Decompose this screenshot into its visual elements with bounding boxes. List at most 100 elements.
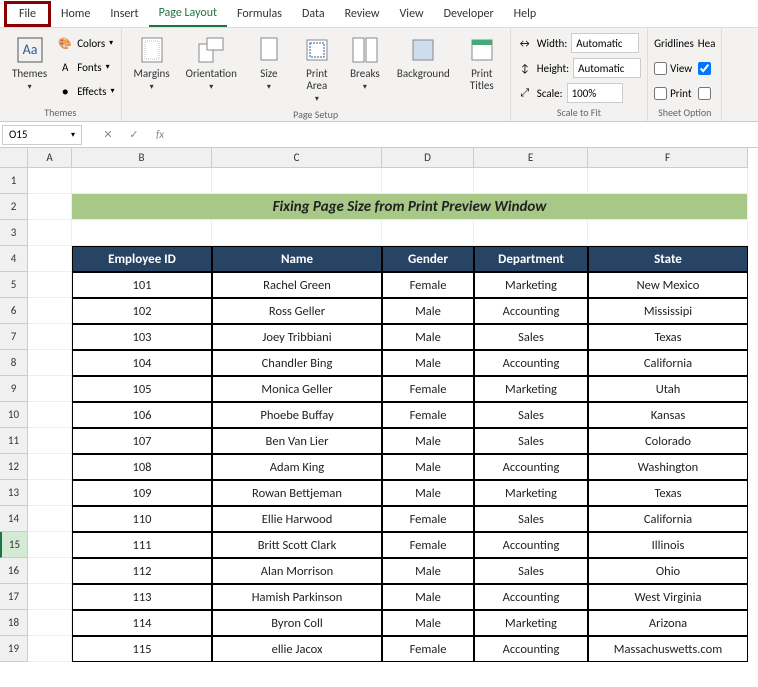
table-cell[interactable]: Accounting <box>474 532 588 558</box>
table-cell[interactable]: California <box>588 350 748 376</box>
table-cell[interactable]: Britt Scott Clark <box>212 532 382 558</box>
cell[interactable] <box>28 584 72 610</box>
cell[interactable] <box>28 558 72 584</box>
tab-insert[interactable]: Insert <box>100 2 148 26</box>
column-header[interactable]: E <box>474 148 588 168</box>
table-cell[interactable]: Illinois <box>588 532 748 558</box>
table-cell[interactable]: 111 <box>72 532 212 558</box>
row-header[interactable]: 17 <box>0 584 28 610</box>
breaks-button[interactable]: Breaks▾ <box>343 32 387 94</box>
table-cell[interactable]: Male <box>382 324 474 350</box>
table-cell[interactable]: Texas <box>588 324 748 350</box>
cell[interactable] <box>72 220 212 246</box>
cell[interactable] <box>382 168 474 194</box>
row-header[interactable]: 13 <box>0 480 28 506</box>
cell[interactable] <box>28 428 72 454</box>
table-cell[interactable]: Female <box>382 376 474 402</box>
table-cell[interactable]: 102 <box>72 298 212 324</box>
table-cell[interactable]: Male <box>382 480 474 506</box>
table-cell[interactable]: Hamish Parkinson <box>212 584 382 610</box>
title-cell[interactable]: Fixing Page Size from Print Preview Wind… <box>72 194 748 220</box>
table-cell[interactable]: Female <box>382 636 474 662</box>
table-cell[interactable]: Joey Tribbiani <box>212 324 382 350</box>
width-input[interactable] <box>571 33 639 53</box>
table-cell[interactable]: Male <box>382 610 474 636</box>
gridlines-view-checkbox[interactable]: View <box>654 62 692 75</box>
row-header[interactable]: 11 <box>0 428 28 454</box>
column-header[interactable]: B <box>72 148 212 168</box>
row-header[interactable]: 15 <box>0 532 28 558</box>
name-box[interactable]: O15▾ <box>2 125 82 145</box>
cell[interactable] <box>28 506 72 532</box>
table-header[interactable]: Name <box>212 246 382 272</box>
table-cell[interactable]: Washington <box>588 454 748 480</box>
row-header[interactable]: 18 <box>0 610 28 636</box>
table-header[interactable]: State <box>588 246 748 272</box>
tab-file[interactable]: File <box>4 1 51 27</box>
table-cell[interactable]: Accounting <box>474 636 588 662</box>
tab-formulas[interactable]: Formulas <box>227 2 292 26</box>
table-cell[interactable]: 107 <box>72 428 212 454</box>
table-cell[interactable]: Ben Van Lier <box>212 428 382 454</box>
table-header[interactable]: Employee ID <box>72 246 212 272</box>
table-cell[interactable]: Colorado <box>588 428 748 454</box>
row-header[interactable]: 4 <box>0 246 28 272</box>
table-header[interactable]: Department <box>474 246 588 272</box>
table-cell[interactable]: Accounting <box>474 350 588 376</box>
cell[interactable] <box>212 220 382 246</box>
table-cell[interactable]: ellie Jacox <box>212 636 382 662</box>
table-cell[interactable]: 104 <box>72 350 212 376</box>
table-cell[interactable]: Male <box>382 428 474 454</box>
height-input[interactable] <box>573 58 641 78</box>
scale-input[interactable] <box>567 83 623 103</box>
row-header[interactable]: 19 <box>0 636 28 662</box>
table-cell[interactable]: Alan Morrison <box>212 558 382 584</box>
row-header[interactable]: 6 <box>0 298 28 324</box>
print-titles-button[interactable]: Print Titles <box>460 32 504 94</box>
table-cell[interactable]: Male <box>382 350 474 376</box>
table-cell[interactable]: West Virginia <box>588 584 748 610</box>
table-cell[interactable]: Adam King <box>212 454 382 480</box>
table-cell[interactable]: Male <box>382 558 474 584</box>
cell[interactable] <box>28 532 72 558</box>
table-cell[interactable]: 110 <box>72 506 212 532</box>
table-header[interactable]: Gender <box>382 246 474 272</box>
table-cell[interactable]: Male <box>382 454 474 480</box>
row-header[interactable]: 9 <box>0 376 28 402</box>
table-cell[interactable]: 113 <box>72 584 212 610</box>
table-cell[interactable]: Marketing <box>474 272 588 298</box>
cell[interactable] <box>28 376 72 402</box>
gridlines-print-checkbox[interactable]: Print <box>654 87 691 100</box>
row-header[interactable]: 5 <box>0 272 28 298</box>
grid[interactable]: Fixing Page Size from Print Preview Wind… <box>28 168 758 662</box>
colors-button[interactable]: 🎨Colors▾ <box>57 32 114 54</box>
cell[interactable] <box>588 168 748 194</box>
table-cell[interactable]: 115 <box>72 636 212 662</box>
size-button[interactable]: Size▾ <box>247 32 291 94</box>
table-cell[interactable]: Texas <box>588 480 748 506</box>
table-cell[interactable]: 112 <box>72 558 212 584</box>
table-cell[interactable]: Utah <box>588 376 748 402</box>
tab-developer[interactable]: Developer <box>434 2 504 26</box>
column-header[interactable]: D <box>382 148 474 168</box>
headings-print-checkbox[interactable] <box>698 87 711 100</box>
row-header[interactable]: 2 <box>0 194 28 220</box>
table-cell[interactable]: 101 <box>72 272 212 298</box>
cell[interactable] <box>28 454 72 480</box>
table-cell[interactable]: 114 <box>72 610 212 636</box>
table-cell[interactable]: Male <box>382 584 474 610</box>
table-cell[interactable]: Chandler Bing <box>212 350 382 376</box>
table-cell[interactable]: Ross Geller <box>212 298 382 324</box>
table-cell[interactable]: Sales <box>474 402 588 428</box>
table-cell[interactable]: Kansas <box>588 402 748 428</box>
row-header[interactable]: 1 <box>0 168 28 194</box>
fx-button[interactable]: fx <box>148 125 172 145</box>
table-cell[interactable]: Female <box>382 532 474 558</box>
table-cell[interactable]: 103 <box>72 324 212 350</box>
tab-review[interactable]: Review <box>335 2 390 26</box>
table-cell[interactable]: Accounting <box>474 454 588 480</box>
table-cell[interactable]: Marketing <box>474 480 588 506</box>
cell[interactable] <box>28 350 72 376</box>
cell[interactable] <box>28 610 72 636</box>
table-cell[interactable]: Mississipi <box>588 298 748 324</box>
